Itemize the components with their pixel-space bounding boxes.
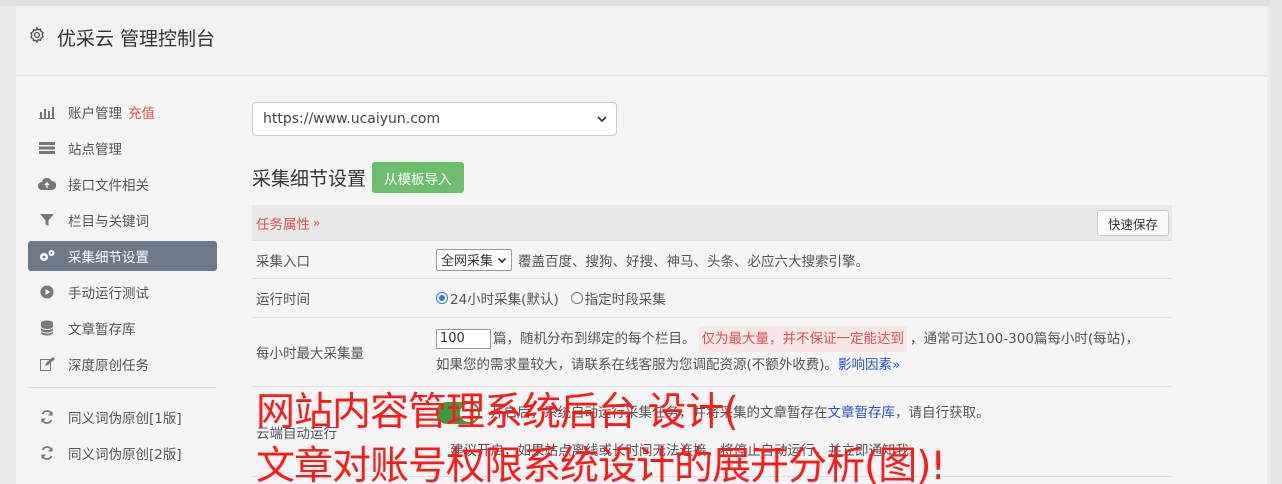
edit-icon <box>38 356 56 372</box>
sidebar-item-deep-original[interactable]: 深度原创任务 <box>28 349 217 379</box>
row-label: 运行时间 <box>256 292 310 308</box>
refresh-icon <box>38 409 56 425</box>
collect-entry-desc: 覆盖百度、搜狗、好搜、神马、头条、必应六大搜索引擎。 <box>518 253 870 270</box>
settings-table: 任务属性 » 快速保存 采集入口 全网采集 覆盖百度、搜狗、好搜、神马、头条、必… <box>252 205 1172 477</box>
sidebar-item-synonym-v1[interactable]: 同义词伪原创[1版] <box>28 402 217 432</box>
sidebar-item-label: 同义词伪原创[1版] <box>68 411 182 427</box>
sidebar-item-label: 采集细节设置 <box>68 250 149 266</box>
radio-dot <box>436 292 448 304</box>
sidebar-item-label: 文章暂存库 <box>68 322 136 338</box>
radio-scheduled[interactable]: 指定时段采集 <box>570 288 666 308</box>
radio-label: 指定时段采集 <box>584 292 666 308</box>
section-title: 采集细节设置 <box>252 168 367 190</box>
refresh-icon <box>38 445 56 461</box>
sidebar-item-label: 账户管理 <box>68 106 122 122</box>
sidebar-item-manual-run[interactable]: 手动运行测试 <box>28 277 217 307</box>
chevron-down-icon: » <box>892 357 901 373</box>
section-title-row: 采集细节设置 从模板导入 <box>252 162 1172 193</box>
page-header: 优采云 管理控制台 <box>16 6 1267 76</box>
import-template-button[interactable]: 从模板导入 <box>372 162 464 193</box>
gear-icon <box>30 26 44 44</box>
row-value: 100 篇，随机分布到绑定的每个栏目。 仅为最大量，并不保证一定能达到 ，通常可… <box>436 318 1172 386</box>
max-text-2: ，通常可达100-300篇每小时(每站)， <box>910 331 1139 347</box>
table-row: 运行时间 24小时采集(默认) 指定时段采集 <box>252 279 1172 318</box>
table-row: 每小时最大采集量 100 篇，随机分布到绑定的每个栏目。 仅为最大量，并不保证一… <box>252 318 1172 387</box>
cloud-line-2: 建议开启，如果站点离线或长时间无法连接，将停止自动运行，并立即通知我。 <box>436 432 923 470</box>
bar-chart-icon <box>38 104 56 120</box>
radio-label: 24小时采集(默认) <box>450 292 559 308</box>
row-label: 云端自动运行 <box>256 425 337 442</box>
max-per-hour-input[interactable]: 100 <box>436 329 491 349</box>
page-title: 优采云 管理控制台 <box>57 28 216 50</box>
sidebar-item-synonym-v2[interactable]: 同义词伪原创[2版] <box>28 438 217 468</box>
main-area: 账户管理 充值 站点管理 接口文件相关 栏目与关键词 采集细节设置 手动运行测试… <box>16 77 1267 484</box>
sidebar-item-account[interactable]: 账户管理 充值 <box>28 97 217 127</box>
site-select[interactable]: https://www.ucaiyun.com <box>252 102 617 136</box>
chevron-down-icon <box>597 116 607 123</box>
chevron-down-icon <box>497 257 507 263</box>
radio-dot <box>570 292 583 304</box>
row-value: 开启后，系统自动运行采集任务，并将采集的文章暂存在 文章暂存库 ，请自行获取。 建议… <box>436 387 1172 476</box>
sidebar: 账户管理 充值 站点管理 接口文件相关 栏目与关键词 采集细节设置 手动运行测试… <box>28 97 217 474</box>
quick-save-button[interactable]: 快速保存 <box>1096 210 1169 236</box>
cloud-text-2: ，请自行获取。 <box>895 404 990 421</box>
sidebar-item-label: 同义词伪原创[2版] <box>68 447 182 463</box>
table-row: 采集入口 全网采集 覆盖百度、搜狗、好搜、神马、头条、必应六大搜索引擎。 <box>252 241 1172 279</box>
filter-icon <box>38 212 56 228</box>
page-scrollbar[interactable] <box>1270 0 1282 484</box>
row-value: 全网采集 覆盖百度、搜狗、好搜、神马、头条、必应六大搜索引擎。 <box>436 241 1172 278</box>
max-text-1: 篇，随机分布到绑定的每个栏目。 <box>493 331 696 347</box>
radio-24h[interactable]: 24小时采集(默认) <box>436 288 559 308</box>
row-label: 每小时最大采集量 <box>256 346 364 362</box>
sidebar-item-label: 深度原创任务 <box>68 358 149 374</box>
content-panel: https://www.ucaiyun.com 采集细节设置 从模板导入 任务属… <box>252 102 1172 477</box>
table-row: 云端自动运行 开启后，系统自动运行采集任务，并将采集的文章暂存在 文章暂存库 ，请自… <box>252 387 1172 477</box>
sidebar-item-collect-settings[interactable]: 采集细节设置 <box>28 241 217 271</box>
sidebar-item-label: 手动运行测试 <box>68 286 149 302</box>
sidebar-item-interface-files[interactable]: 接口文件相关 <box>28 169 217 199</box>
cloud-text-1: 开启后，系统自动运行采集任务，并将采集的文章暂存在 <box>490 404 828 421</box>
cloud-auto-run-toggle[interactable] <box>436 401 480 424</box>
row-value: 24小时采集(默认) 指定时段采集 <box>436 279 1172 317</box>
max-line-2: 如果您的需求量较大，请联系在线客服为您调配资源(不额外收费)。影响因素» <box>436 352 900 378</box>
sidebar-item-label: 接口文件相关 <box>68 178 149 194</box>
max-warning: 仅为最大量，并不保证一定能达到 <box>698 326 907 352</box>
cogs-icon <box>38 248 56 264</box>
site-select-value: https://www.ucaiyun.com <box>263 111 441 127</box>
sidebar-item-sites[interactable]: 站点管理 <box>28 133 217 163</box>
row-label: 采集入口 <box>256 253 310 270</box>
server-icon <box>38 140 56 156</box>
play-circle-icon <box>38 284 56 300</box>
cloud-upload-icon <box>38 176 56 192</box>
collect-entry-select[interactable]: 全网采集 <box>436 248 513 271</box>
database-icon <box>38 320 56 336</box>
cloud-text-3: 建议开启，如果站点离线或长时间无法连接，将停止自动运行，并立即通知我。 <box>450 442 923 459</box>
max-text-3: 如果您的需求量较大，请联系在线客服为您调配资源(不额外收费)。 <box>436 357 839 373</box>
sidebar-item-label: 站点管理 <box>68 142 122 158</box>
sidebar-item-label: 栏目与关键词 <box>68 214 149 230</box>
sidebar-item-columns-keywords[interactable]: 栏目与关键词 <box>28 205 217 235</box>
task-attributes-toggle[interactable]: 任务属性 <box>256 213 310 233</box>
chevron-down-icon: » <box>313 215 321 230</box>
article-store-link[interactable]: 文章暂存库 <box>828 394 896 432</box>
sidebar-item-article-store[interactable]: 文章暂存库 <box>28 313 217 343</box>
cloud-line-1: 开启后，系统自动运行采集任务，并将采集的文章暂存在 文章暂存库 ，请自行获取。 <box>436 394 990 432</box>
table-header: 任务属性 » 快速保存 <box>252 205 1172 241</box>
influence-factors-link[interactable]: 影响因素 <box>838 357 892 373</box>
max-line-1: 100 篇，随机分布到绑定的每个栏目。 仅为最大量，并不保证一定能达到 ，通常可… <box>436 326 1139 352</box>
collect-entry-select-value: 全网采集 <box>441 254 494 269</box>
sidebar-divider <box>28 387 217 388</box>
recharge-link[interactable]: 充值 <box>128 102 155 122</box>
